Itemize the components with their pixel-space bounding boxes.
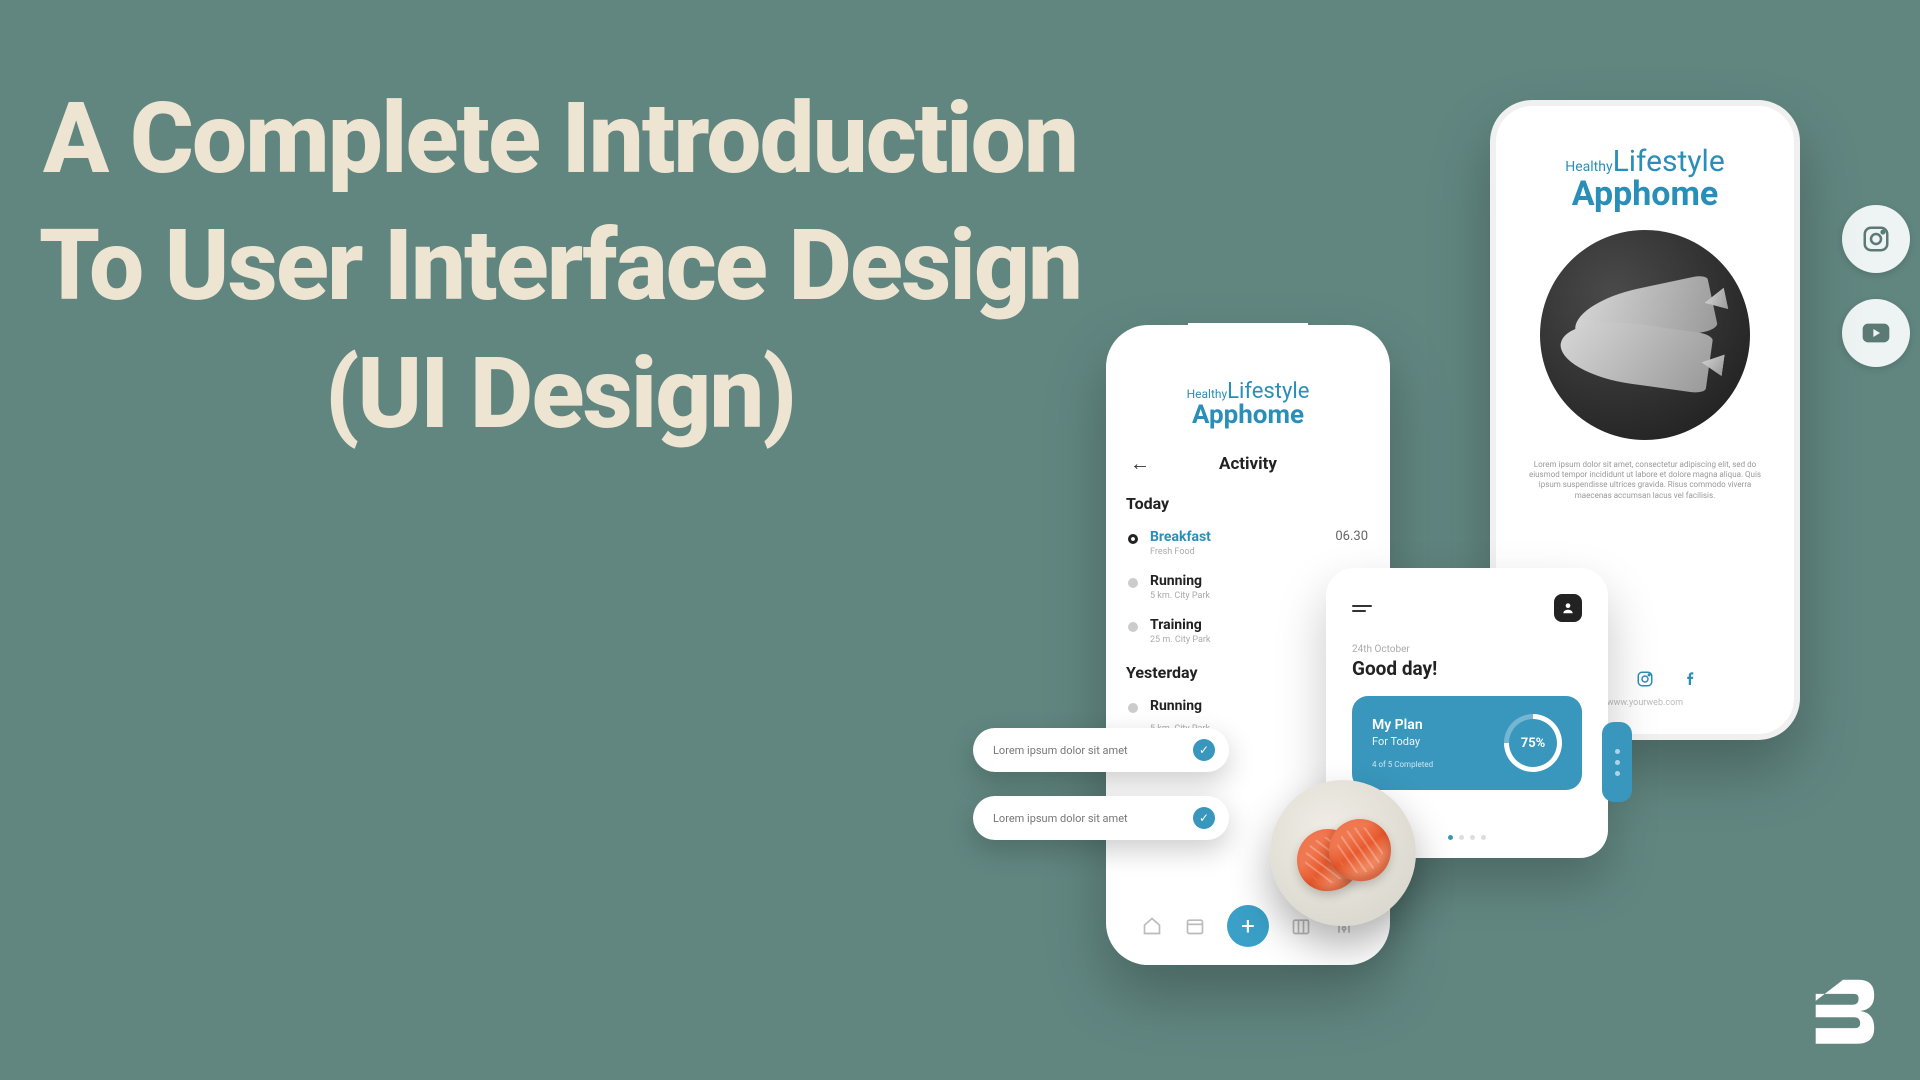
date-label: 24th October	[1352, 644, 1582, 655]
bullet-icon	[1128, 578, 1138, 588]
check-icon: ✓	[1193, 739, 1215, 761]
toast-pill[interactable]: Lorem ipsum dolor sit amet ✓	[973, 796, 1229, 840]
activity-sub: Fresh Food	[1150, 547, 1323, 557]
activity-name: Breakfast	[1150, 529, 1323, 545]
activity-name: Running	[1150, 573, 1323, 589]
plan-title: My Plan	[1372, 717, 1433, 733]
fish-plate	[1540, 230, 1750, 440]
back-arrow-icon[interactable]: ←	[1130, 451, 1150, 476]
progress-ring: 75%	[1504, 714, 1562, 772]
brand-prefix: Healthy	[1187, 387, 1228, 401]
youtube-icon	[1860, 317, 1892, 349]
bullet-icon	[1128, 703, 1138, 713]
instagram-button[interactable]	[1842, 205, 1910, 273]
brand-app: Apphome	[1126, 404, 1370, 427]
screen-title: Activity	[1219, 454, 1277, 474]
section-today: Today	[1126, 494, 1370, 513]
toast-pill[interactable]: Lorem ipsum dolor sit amet ✓	[973, 728, 1229, 772]
brand-logo: HealthyLifestyle Apphome	[1126, 379, 1370, 427]
add-button[interactable]: +	[1227, 905, 1269, 947]
avatar-icon[interactable]	[1554, 594, 1582, 622]
instagram-icon	[1861, 224, 1891, 254]
pager-dots	[1448, 835, 1486, 840]
greeting-text: Good day!	[1352, 657, 1582, 680]
brand-app: Apphome	[1496, 179, 1794, 210]
plan-subtitle: For Today	[1372, 735, 1433, 748]
activity-time: 06.30	[1335, 529, 1368, 544]
salmon-plate	[1270, 780, 1416, 926]
instagram-icon[interactable]	[1636, 670, 1654, 688]
home-icon[interactable]	[1141, 915, 1163, 937]
page-title: A Complete Introduction To User Interfac…	[20, 75, 1100, 457]
plan-progress-text: 4 of 5 Completed	[1372, 760, 1433, 769]
menu-icon[interactable]	[1352, 605, 1372, 612]
grid-icon[interactable]	[1290, 915, 1312, 937]
pill-text: Lorem ipsum dolor sit amet	[993, 812, 1128, 825]
facebook-icon[interactable]	[1682, 670, 1700, 688]
pill-text: Lorem ipsum dolor sit amet	[993, 744, 1128, 757]
brand-logo-icon	[1804, 972, 1882, 1050]
social-float	[1842, 205, 1910, 367]
calendar-icon[interactable]	[1184, 915, 1206, 937]
activity-row[interactable]: Breakfast Fresh Food 06.30	[1126, 521, 1370, 565]
bullet-icon	[1128, 534, 1138, 544]
brand-prefix: Healthy	[1565, 159, 1612, 175]
brand-logo: HealthyLifestyle Apphome	[1496, 144, 1794, 210]
youtube-button[interactable]	[1842, 299, 1910, 367]
side-strip	[1602, 722, 1632, 802]
check-icon: ✓	[1193, 807, 1215, 829]
progress-percent: 75%	[1521, 736, 1546, 751]
activity-sub: 5 km. City Park	[1150, 591, 1323, 601]
description-text: Lorem ipsum dolor sit amet, consectetur …	[1496, 460, 1794, 502]
plan-box[interactable]: My Plan For Today 4 of 5 Completed 75%	[1352, 696, 1582, 790]
bullet-icon	[1128, 622, 1138, 632]
